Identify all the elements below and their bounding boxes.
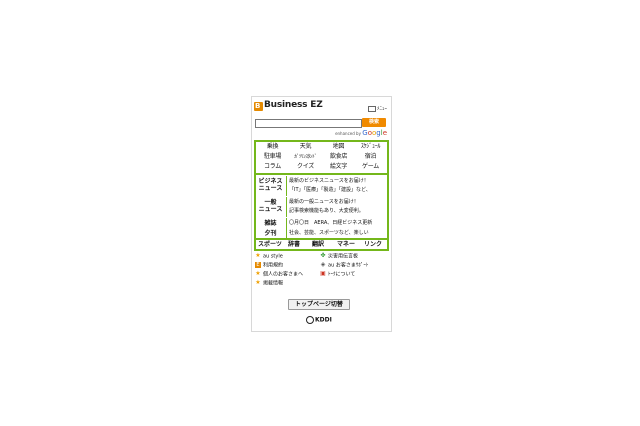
clover-icon: ✤ — [320, 252, 326, 259]
news-line: 最新の一般ニュースをお届け！ — [289, 199, 359, 205]
main-menu-box: 乗換 天気 地図 ｽｹｼﾞｭｰﾙ 駐車場 ｶﾞｿﾘﾝｽﾀﾝﾄﾞ 飲食店 宿泊 コ… — [254, 140, 389, 251]
link-talk[interactable]: ▣ ﾄｰｸについて — [320, 271, 355, 279]
news-line: 〇月〇日 AERA、日経ビジネス更新 — [289, 220, 373, 226]
nav-link-dictionary[interactable]: 辞書 — [288, 240, 300, 250]
news-row-magazine[interactable]: 雑誌 〇月〇日 AERA、日経ビジネス更新 — [256, 218, 387, 228]
menu-link[interactable]: ﾒﾆｭｰ — [367, 105, 387, 112]
link-terms[interactable]: E 利用規約 — [255, 262, 283, 270]
star-icon: ★ — [255, 252, 261, 259]
service-link[interactable]: クイズ — [289, 162, 322, 172]
bottom-nav: スポーツ 辞書 翻訳 マネー リンク — [256, 239, 387, 249]
service-link[interactable]: 乗換 — [256, 142, 289, 152]
news-line: 「IT」「医療」「製造」「建設」など、 — [289, 187, 371, 193]
service-link[interactable]: コラム — [256, 162, 289, 172]
news-line: 社会、芸能、スポーツなど、楽しい — [289, 230, 369, 236]
news-row-general[interactable]: 一般 ニュース 最新の一般ニュースをお届け！ 記事検索機能もあり、大変便利。 — [256, 197, 387, 217]
shield-icon: ◈ — [320, 261, 326, 268]
kddi-logo: KDDI — [306, 316, 332, 324]
link-au-style[interactable]: ★ au style — [255, 253, 283, 261]
logo-icon: B — [254, 102, 263, 111]
service-link[interactable]: ｽｹｼﾞｭｰﾙ — [354, 142, 387, 152]
service-link[interactable]: 宿泊 — [354, 152, 387, 162]
news-line: 最新のビジネスニュースをお届け！ — [289, 178, 369, 184]
news-label: ビジネス ニュース — [258, 178, 283, 192]
kddi-mark-icon — [306, 316, 314, 324]
divider — [256, 173, 387, 175]
top-page-switch-button[interactable]: トップページ切替 — [288, 299, 350, 310]
nav-link-sports[interactable]: スポーツ — [258, 240, 282, 250]
star-icon: ★ — [255, 270, 261, 277]
nav-link-money[interactable]: マネー — [337, 240, 355, 250]
service-link[interactable]: 絵文字 — [322, 162, 355, 172]
service-link[interactable]: ｶﾞｿﾘﾝｽﾀﾝﾄﾞ — [289, 152, 322, 162]
nav-link-translate[interactable]: 翻訳 — [312, 240, 324, 250]
service-link[interactable]: 地図 — [322, 142, 355, 152]
menu-icon — [367, 105, 376, 112]
search-input[interactable] — [255, 119, 362, 128]
phone-screen: B Business EZ ﾒﾆｭｰ 検索 enhanced by Google… — [251, 96, 392, 332]
news-label: 夕刊 — [264, 230, 277, 237]
service-link[interactable]: 天気 — [289, 142, 322, 152]
enhanced-by-google: enhanced by Google — [335, 129, 387, 137]
service-link[interactable]: 飲食店 — [322, 152, 355, 162]
news-label: 一般 ニュース — [258, 199, 283, 213]
e-mark-icon: E — [255, 262, 261, 268]
link-au-support[interactable]: ◈ au お客さまｻﾎﾟｰﾄ — [320, 261, 369, 270]
talk-icon: ▣ — [320, 270, 326, 277]
news-line: 記事検索機能もあり、大変便利。 — [289, 208, 364, 214]
header: B Business EZ ﾒﾆｭｰ — [252, 97, 391, 117]
service-link[interactable]: 駐車場 — [256, 152, 289, 162]
news-row-business[interactable]: ビジネス ニュース 最新のビジネスニュースをお届け！ 「IT」「医療」「製造」「… — [256, 176, 387, 196]
service-grid: 乗換 天気 地図 ｽｹｼﾞｭｰﾙ 駐車場 ｶﾞｿﾘﾝｽﾀﾝﾄﾞ 飲食店 宿泊 コ… — [256, 142, 387, 174]
star-icon: ★ — [255, 279, 261, 286]
link-disaster-board[interactable]: ✤ 災害用伝言板 — [320, 253, 358, 261]
link-personal[interactable]: ★ 個人のお客さまへ — [255, 271, 303, 279]
site-title: Business EZ — [264, 100, 323, 110]
nav-link-links[interactable]: リンク — [364, 240, 382, 250]
news-row-evening[interactable]: 夕刊 社会、芸能、スポーツなど、楽しい — [256, 228, 387, 238]
search-button[interactable]: 検索 — [362, 118, 386, 127]
link-listing-info[interactable]: ★ 掲載情報 — [255, 280, 283, 288]
news-label: 雑誌 — [264, 220, 277, 227]
service-link[interactable]: ゲーム — [354, 162, 387, 172]
